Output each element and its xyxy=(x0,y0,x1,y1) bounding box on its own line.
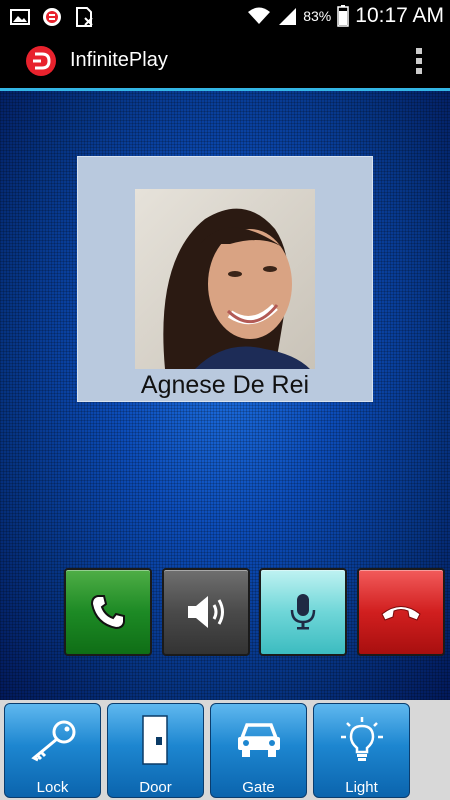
light-label: Light xyxy=(345,779,378,796)
infiniteplay-logo-icon xyxy=(26,46,56,76)
clock-time: 10:17 AM xyxy=(355,4,444,27)
app-notification-icon xyxy=(43,8,61,26)
phone-answer-icon xyxy=(90,595,125,630)
door-icon xyxy=(141,715,168,765)
contact-photo xyxy=(135,189,315,369)
hang-up-icon xyxy=(381,606,421,621)
lock-button[interactable]: Lock xyxy=(4,703,101,798)
wifi-icon xyxy=(248,7,271,24)
speaker-icon xyxy=(188,596,224,628)
gate-label: Gate xyxy=(242,779,275,796)
contact-name: Agnese De Rei xyxy=(140,371,310,399)
microphone-button[interactable] xyxy=(259,568,347,656)
speaker-button[interactable] xyxy=(162,568,250,656)
car-icon xyxy=(237,723,280,757)
door-label: Door xyxy=(139,779,172,796)
sim-card-icon xyxy=(76,7,93,27)
contact-card: Agnese De Rei xyxy=(77,156,373,402)
app-title: InfinitePlay xyxy=(70,49,168,71)
door-button[interactable]: Door xyxy=(107,703,204,798)
bottom-action-bar: Lock Door Gate Light xyxy=(0,700,450,800)
signal-icon xyxy=(279,8,297,25)
hang-up-button[interactable] xyxy=(357,568,445,656)
answer-call-button[interactable] xyxy=(64,568,152,656)
gate-button[interactable]: Gate xyxy=(210,703,307,798)
light-bulb-icon xyxy=(340,717,383,761)
overflow-menu-icon[interactable] xyxy=(416,48,422,74)
key-icon xyxy=(30,720,75,762)
app-bar: InfinitePlay xyxy=(0,34,450,88)
lock-label: Lock xyxy=(36,779,69,796)
status-bar: 83% 10:17 AM xyxy=(0,0,450,34)
battery-percent: 83% xyxy=(303,8,332,24)
image-icon xyxy=(10,9,30,25)
microphone-icon xyxy=(290,594,316,630)
light-button[interactable]: Light xyxy=(313,703,410,798)
battery-icon xyxy=(337,5,350,27)
